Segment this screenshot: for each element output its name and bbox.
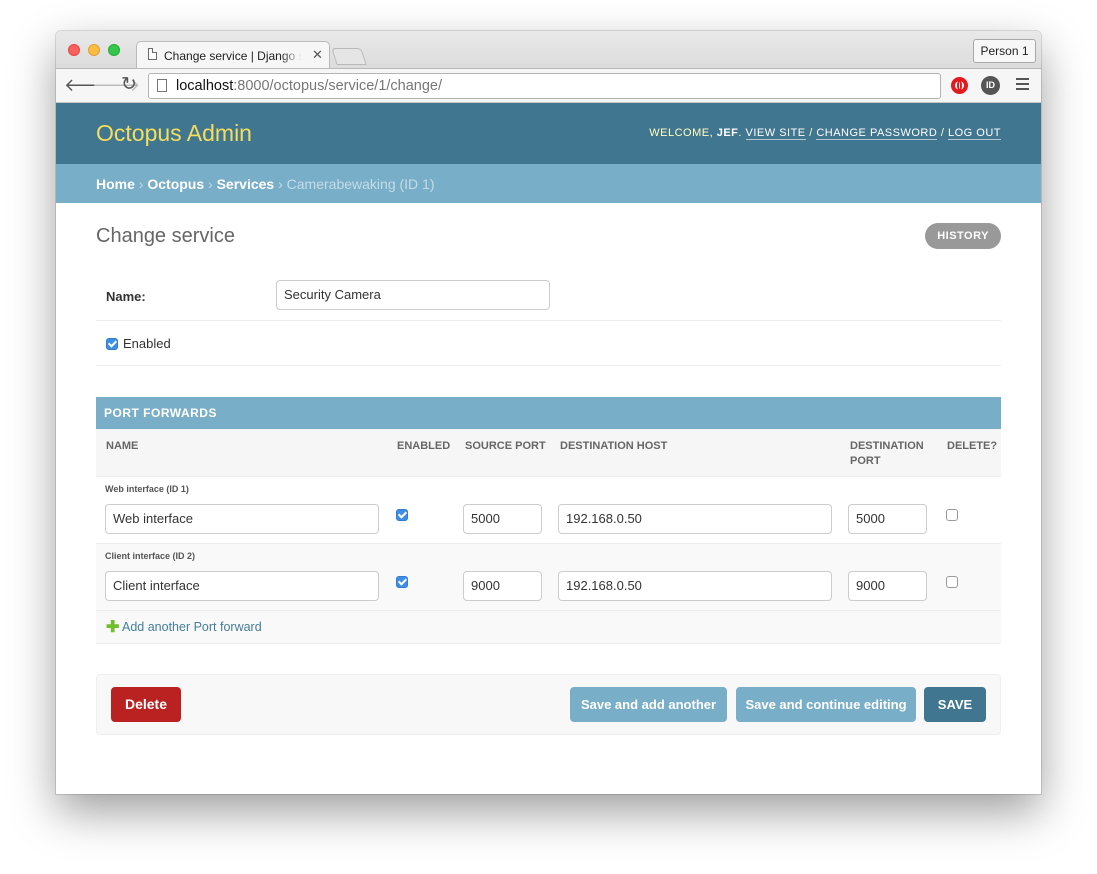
url-path: :8000/octopus/service/1/change/ — [233, 78, 443, 94]
change-password-link[interactable]: Change password — [816, 127, 938, 140]
minimize-window-button[interactable] — [88, 44, 100, 56]
destination-port-input[interactable]: 9000 — [848, 571, 927, 601]
separator: / — [805, 127, 817, 139]
site-branding[interactable]: Octopus Admin — [96, 120, 252, 147]
enabled-row: Enabled — [96, 321, 1001, 366]
close-window-button[interactable] — [68, 44, 80, 56]
save-and-add-another-button[interactable]: Save and add another — [570, 687, 727, 722]
tab-strip: Change service | Django site admin ✕ Per… — [56, 31, 1041, 68]
username: JEF — [716, 127, 739, 139]
new-tab-button[interactable] — [331, 48, 367, 65]
welcome-text: Welcome, — [649, 127, 717, 139]
page-icon — [157, 79, 167, 92]
profile-button[interactable]: Person 1 — [973, 39, 1036, 63]
breadcrumb-separator: › — [134, 176, 148, 192]
port-name-input[interactable]: Client interface — [105, 571, 379, 601]
breadcrumb-app[interactable]: Octopus — [147, 176, 204, 192]
tab-close-icon[interactable]: ✕ — [312, 47, 323, 63]
source-port-input[interactable]: 9000 — [463, 571, 542, 601]
page-icon — [148, 48, 157, 60]
page-title: Change service — [96, 225, 235, 247]
browser-tab[interactable]: Change service | Django site admin ✕ — [136, 41, 330, 68]
history-button[interactable]: History — [925, 223, 1001, 249]
col-header-enabled: Enabled — [397, 440, 451, 452]
url-host: localhost — [176, 78, 234, 94]
col-header-destination-port: Destination port — [850, 439, 924, 469]
view-site-link[interactable]: View site — [745, 127, 806, 140]
destination-port-input[interactable]: 5000 — [848, 504, 927, 534]
breadcrumb-current: Camerabewaking (ID 1) — [286, 176, 435, 192]
breadcrumb-separator: › — [274, 176, 287, 192]
table-header: Name Enabled Source port Destination hos… — [96, 429, 1001, 477]
destination-host-input[interactable]: 192.168.0.50 — [558, 504, 832, 534]
col-header-destination-port-line1: Destination — [850, 440, 924, 452]
enabled-checkbox[interactable] — [106, 338, 118, 350]
col-header-destination-host: Destination host — [560, 440, 668, 452]
save-button[interactable]: SAVE — [924, 687, 986, 722]
separator: / — [937, 127, 948, 139]
save-and-continue-button[interactable]: Save and continue editing — [736, 687, 916, 722]
delete-checkbox[interactable] — [946, 576, 958, 588]
table-row: Web interface (ID 1) Web interface 5000 … — [96, 477, 1001, 544]
source-port-input[interactable]: 5000 — [463, 504, 542, 534]
port-forwards-inline: Port forwards Name Enabled Source port D… — [96, 397, 1001, 644]
name-label: Name: — [106, 289, 146, 304]
add-row: ✚ Add another Port forward — [96, 611, 1001, 644]
breadcrumb-model[interactable]: Services — [217, 176, 275, 192]
table-row: Client interface (ID 2) Client interface… — [96, 544, 1001, 611]
name-row: Name: Security Camera — [96, 271, 1001, 321]
plus-icon: ✚ — [106, 619, 120, 636]
breadcrumb-home[interactable]: Home — [96, 176, 135, 192]
col-header-name: Name — [106, 440, 139, 452]
id-extension-icon[interactable]: ID — [981, 76, 1000, 95]
inline-caption: Port forwards — [96, 397, 1001, 429]
browser-window: Change service | Django site admin ✕ Per… — [56, 31, 1041, 794]
destination-host-input[interactable]: 192.168.0.50 — [558, 571, 832, 601]
opera-extension-icon[interactable] — [951, 77, 968, 94]
add-port-forward-link[interactable]: Add another Port forward — [122, 620, 262, 634]
address-bar[interactable]: localhost:8000/octopus/service/1/change/ — [148, 73, 941, 99]
col-header-source-port: Source port — [465, 440, 546, 452]
browser-toolbar: 🡐 🡒 ↻ localhost:8000/octopus/service/1/c… — [56, 68, 1041, 103]
reload-icon[interactable]: ↻ — [121, 75, 137, 95]
submit-row: Delete Save and add another Save and con… — [96, 674, 1001, 735]
col-header-destination-port-line2: port — [850, 455, 881, 467]
admin-page: Octopus Admin Welcome, JEF. View site / … — [56, 103, 1041, 794]
port-name-input[interactable]: Web interface — [105, 504, 379, 534]
name-field[interactable]: Security Camera — [276, 280, 550, 310]
port-enabled-checkbox[interactable] — [396, 509, 408, 521]
breadcrumb: Home › Octopus › Services › Camerabewaki… — [56, 164, 1041, 203]
breadcrumb-separator: › — [204, 176, 217, 192]
admin-header: Octopus Admin Welcome, JEF. View site / … — [56, 103, 1041, 164]
row-label: Client interface (ID 2) — [105, 551, 196, 561]
zoom-window-button[interactable] — [108, 44, 120, 56]
row-label: Web interface (ID 1) — [105, 484, 189, 494]
delete-checkbox[interactable] — [946, 509, 958, 521]
port-enabled-checkbox[interactable] — [396, 576, 408, 588]
tab-title: Change service | Django site admin — [164, 49, 302, 63]
url-text: localhost:8000/octopus/service/1/change/ — [176, 78, 442, 94]
content: Change service History Name: Security Ca… — [96, 203, 1001, 794]
col-header-delete: Delete? — [947, 440, 998, 452]
hamburger-menu-icon[interactable] — [1016, 78, 1029, 93]
enabled-label: Enabled — [123, 336, 171, 351]
delete-button[interactable]: Delete — [111, 687, 181, 722]
user-tools: Welcome, JEF. View site / Change passwor… — [649, 127, 1001, 140]
log-out-link[interactable]: Log out — [947, 127, 1001, 140]
